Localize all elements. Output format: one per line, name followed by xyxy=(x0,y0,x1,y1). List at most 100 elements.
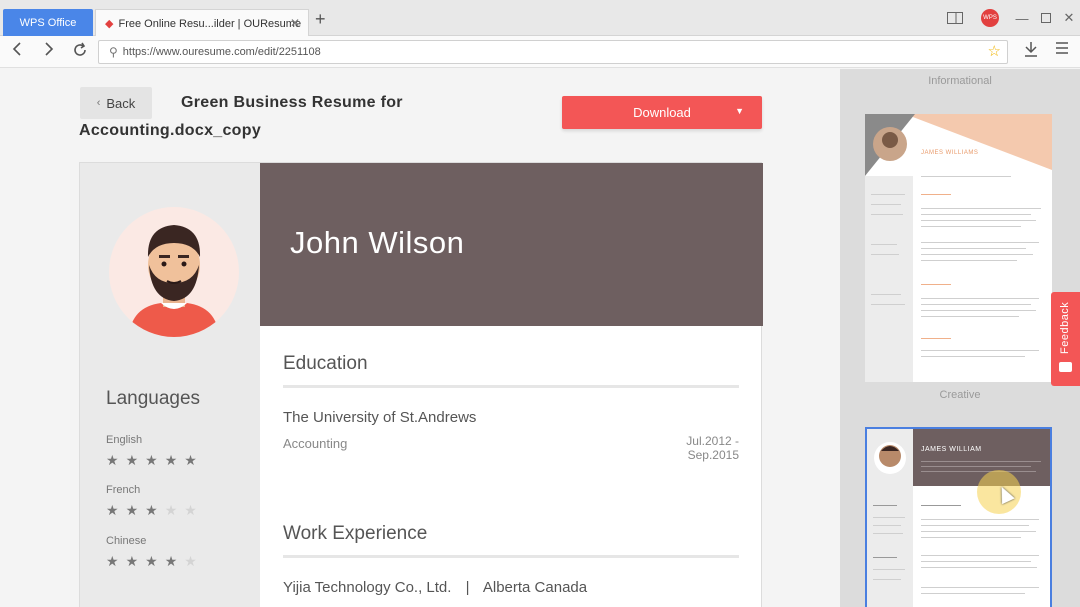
address-toolbar: ⚲ https://www.ouresume.com/edit/2251108 … xyxy=(0,36,1080,68)
language-name: Chinese xyxy=(106,535,147,547)
placeholder-line xyxy=(921,519,1039,520)
star-icon: ★ xyxy=(184,502,204,518)
star-icon: ★ xyxy=(145,502,165,518)
placeholder-line xyxy=(921,338,951,339)
education-school[interactable]: The University of St.Andrews xyxy=(283,409,476,426)
star-icon: ★ xyxy=(164,502,185,518)
menu-icon[interactable] xyxy=(1055,41,1069,61)
ouresume-favicon-icon: ◆ xyxy=(105,18,114,30)
section-divider xyxy=(283,555,739,558)
search-icon: ⚲ xyxy=(109,45,118,59)
resume-page[interactable]: Languages English ★★★★★ French ★★★★★ Chi… xyxy=(79,162,763,607)
language-name: English xyxy=(106,434,143,446)
placeholder-line xyxy=(873,517,905,518)
bookmark-star-icon[interactable]: ☆ xyxy=(988,42,1001,60)
url-bar[interactable]: ⚲ https://www.ouresume.com/edit/2251108 … xyxy=(98,40,1008,64)
avatar-initials: WPS xyxy=(981,9,999,27)
template-name: JAMES WILLIAM xyxy=(921,446,982,453)
placeholder-line xyxy=(921,194,951,195)
browser-tab-strip: WPS Office ◆ Free Online Resu...ilder | … xyxy=(0,0,1080,37)
download-manager-icon[interactable] xyxy=(1024,41,1038,63)
placeholder-line xyxy=(871,214,903,215)
placeholder-line xyxy=(871,244,897,245)
star-icon: ★ xyxy=(145,452,165,468)
placeholder-line xyxy=(921,248,1026,249)
placeholder-line xyxy=(873,525,901,526)
minimize-icon[interactable]: — xyxy=(1013,8,1031,28)
placeholder-line xyxy=(921,537,1021,538)
reload-icon[interactable] xyxy=(72,42,88,64)
placeholder-line xyxy=(921,555,1039,556)
chevron-down-icon[interactable]: ▼ xyxy=(735,106,744,116)
star-icon: ★ xyxy=(125,452,146,468)
tab-label: WPS Office xyxy=(19,16,77,29)
placeholder-line xyxy=(921,260,1017,261)
placeholder-line xyxy=(871,204,901,205)
template-thumbnail-selected[interactable]: JAMES WILLIAM xyxy=(865,427,1052,607)
work-heading[interactable]: Work Experience xyxy=(283,523,427,545)
placeholder-line xyxy=(921,310,1036,311)
tab-wps-office[interactable]: WPS Office xyxy=(3,9,93,36)
placeholder-line xyxy=(873,533,903,534)
resume-header[interactable]: John Wilson xyxy=(260,163,763,326)
back-button[interactable]: ‹ Back xyxy=(80,87,152,119)
work-company: Yijia Technology Co., Ltd. xyxy=(283,579,452,596)
star-icon: ★ xyxy=(106,452,126,468)
placeholder-line xyxy=(921,316,1019,317)
placeholder-line xyxy=(921,254,1033,255)
education-heading[interactable]: Education xyxy=(283,353,368,375)
work-location: Alberta Canada xyxy=(482,579,588,596)
tab-ouresume[interactable]: ◆ Free Online Resu...ilder | OUResume ✕ xyxy=(95,9,309,37)
category-label: Informational xyxy=(928,75,992,87)
feedback-tab[interactable]: Feedback xyxy=(1051,292,1080,386)
tab-label: Free Online Resu...ilder | OUResume xyxy=(118,17,302,30)
placeholder-line xyxy=(921,298,1039,299)
star-icon: ★ xyxy=(125,553,146,569)
template-panel: Informational JAMES WILLIAMS Creative JA… xyxy=(840,69,1080,607)
candidate-name[interactable]: John Wilson xyxy=(290,225,464,261)
close-tab-icon[interactable]: ✕ xyxy=(290,16,300,30)
close-window-icon[interactable]: ✕ xyxy=(1060,8,1078,28)
education-date[interactable]: Jul.2012 - Sep.2015 xyxy=(637,434,739,462)
back-arrow-icon[interactable] xyxy=(12,42,22,62)
placeholder-line xyxy=(871,194,905,195)
placeholder-line xyxy=(921,567,1037,568)
education-major[interactable]: Accounting xyxy=(283,436,347,451)
download-button[interactable]: Download ▼ xyxy=(562,96,762,129)
language-rating: ★★★★★ xyxy=(106,553,204,570)
section-divider xyxy=(283,385,739,388)
placeholder-line xyxy=(921,471,1036,472)
maximize-icon[interactable] xyxy=(1037,8,1055,28)
forward-arrow-icon[interactable] xyxy=(44,42,54,62)
star-icon: ★ xyxy=(164,452,185,468)
placeholder-line xyxy=(921,304,1031,305)
placeholder-line xyxy=(921,284,951,285)
placeholder-line xyxy=(921,525,1029,526)
placeholder-line xyxy=(921,350,1039,351)
back-label: Back xyxy=(106,95,136,111)
resume-sidebar: Languages English ★★★★★ French ★★★★★ Chi… xyxy=(80,163,260,607)
placeholder-line xyxy=(873,557,897,558)
template-thumbnail[interactable]: JAMES WILLIAMS xyxy=(865,114,1052,382)
placeholder-line xyxy=(873,569,905,570)
languages-heading: Languages xyxy=(106,388,201,409)
placeholder-line xyxy=(921,214,1031,215)
category-label: Creative xyxy=(939,389,981,401)
profile-photo[interactable] xyxy=(109,207,239,337)
language-name: French xyxy=(106,484,141,496)
placeholder-line xyxy=(873,505,897,506)
new-tab-icon[interactable]: + xyxy=(315,10,326,28)
star-icon: ★ xyxy=(145,553,165,569)
placeholder-line xyxy=(921,505,961,506)
work-separator: | xyxy=(465,579,470,596)
placeholder-line xyxy=(921,208,1041,209)
placeholder-line xyxy=(921,356,1025,357)
reading-mode-icon[interactable] xyxy=(946,8,964,28)
placeholder-line xyxy=(921,593,1025,594)
account-avatar[interactable]: WPS xyxy=(980,8,1000,28)
star-icon: ★ xyxy=(106,553,126,569)
star-icon: ★ xyxy=(164,553,185,569)
feedback-label: Feedback xyxy=(1059,301,1071,355)
work-entry[interactable]: Yijia Technology Co., Ltd. | Alberta Can… xyxy=(283,579,587,596)
placeholder-line xyxy=(871,294,901,295)
